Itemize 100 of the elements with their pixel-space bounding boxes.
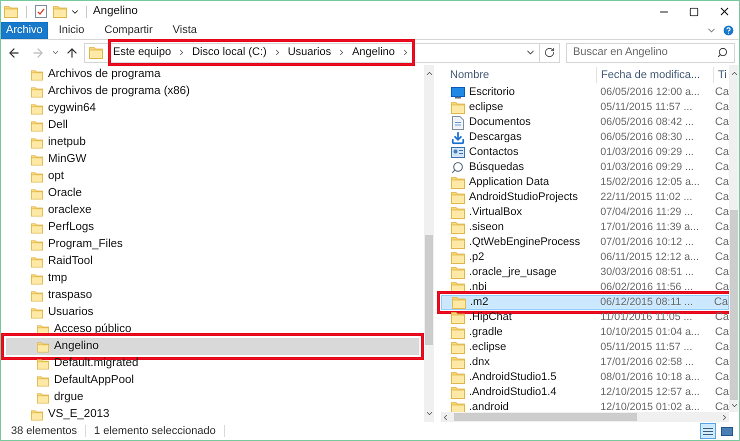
recent-locations-icon[interactable] [51, 48, 60, 57]
tree-item[interactable]: Archivos de programa (x86) [6, 83, 419, 100]
tree-item[interactable]: PerfLogs [6, 219, 419, 236]
file-row[interactable]: Contactos 01/03/2016 09:29 ... Ca [441, 145, 729, 160]
date-cell-text: 01/03/2016 09:29 ... [599, 144, 695, 160]
ribbon-tab[interactable]: Compartir [95, 22, 162, 39]
folder-icon [31, 204, 43, 216]
folder-icon [450, 101, 464, 114]
file-row[interactable]: .siseon 17/01/2016 11:39 a... Ca [441, 220, 729, 235]
tree-item[interactable]: traspaso [6, 287, 419, 304]
file-row[interactable]: .VirtualBox 07/04/2016 11:29 ... Ca [441, 205, 729, 220]
folder-icon [31, 102, 43, 114]
breadcrumb-item[interactable]: Usuarios [288, 44, 332, 61]
tree-item[interactable]: MinGW [6, 151, 419, 168]
folder-icon [37, 392, 49, 404]
file-row[interactable]: AndroidStudioProjects 22/11/2015 11:02 ... Ca [441, 190, 729, 205]
file-name: .HipChat [469, 310, 512, 326]
file-row[interactable]: .AndroidStudio1.4 12/10/2015 12:57 a... Ca [441, 385, 729, 400]
tree-item[interactable]: Dell [6, 117, 419, 134]
file-row[interactable]: Escritorio 06/05/2016 12:00 a... Ca [441, 85, 729, 100]
file-row[interactable]: Descargas 06/05/2016 08:30 ... Ca [441, 130, 729, 145]
type-cell-text: Ca [714, 340, 729, 356]
breadcrumb-item[interactable]: Disco local (C:) [192, 44, 267, 61]
search-input[interactable]: Buscar en Angelino [573, 44, 717, 61]
file-row[interactable]: .oracle_jre_usage 30/03/2016 08:51 ... Ca [441, 265, 729, 280]
horizontal-scrollbar[interactable] [441, 412, 729, 422]
tree-item[interactable]: Default.migrated [6, 355, 419, 372]
folder-icon [31, 170, 43, 182]
file-row[interactable]: .HipChat 11/01/2016 11:05 ... Ca [441, 310, 729, 325]
scrollbar[interactable] [729, 65, 739, 412]
window-title: Angelino [93, 4, 138, 19]
checklist-icon[interactable] [35, 5, 47, 18]
tree-item[interactable]: VS_E_2013 [6, 406, 419, 423]
tree-item[interactable]: Angelino [6, 338, 419, 355]
document-icon [452, 116, 464, 130]
scroll-up-icon[interactable] [424, 69, 434, 78]
help-icon[interactable] [722, 24, 735, 37]
folder-icon [37, 374, 49, 386]
column-header[interactable]: Nombre [441, 66, 596, 84]
scroll-up-icon[interactable] [730, 69, 738, 78]
tree-item[interactable]: drgue [6, 389, 419, 406]
tree-item[interactable]: Acceso público [6, 321, 419, 338]
ribbon-tab[interactable]: Inicio [50, 22, 94, 39]
file-row[interactable]: eclipse 05/11/2015 11:57 ... Ca [441, 100, 729, 115]
file-row[interactable]: .eclipse 05/11/2015 11:57 ... Ca [441, 340, 729, 355]
contact-card-icon [450, 147, 464, 158]
ribbon-tab[interactable]: Vista [164, 22, 206, 39]
file-name: eclipse [469, 100, 504, 116]
folder-icon [450, 266, 464, 279]
breadcrumb-item[interactable]: Este equipo [113, 44, 172, 61]
tree-item[interactable]: opt [6, 168, 419, 185]
date-cell-text: 05/11/2015 11:57 ... [599, 340, 694, 355]
file-row[interactable]: .p2 06/11/2015 12:12 a... Ca [441, 250, 729, 265]
date-cell-text: 06/05/2016 12:00 a... [599, 84, 701, 100]
date-cell-text: 07/01/2016 10:12 ... [599, 234, 695, 250]
folder-icon [452, 296, 466, 309]
folder-icon [89, 46, 103, 59]
up-button[interactable] [65, 46, 79, 60]
tree-item[interactable]: Oracle [6, 185, 419, 202]
tree-item[interactable]: RaidTool [6, 253, 419, 270]
details-view-button[interactable] [700, 423, 716, 439]
scrollbar-thumb[interactable] [454, 413, 637, 421]
ribbon-tab[interactable]: Archivo [1, 22, 48, 39]
scroll-right-icon[interactable] [720, 412, 729, 422]
selection-status: 1 elemento seleccionado [94, 424, 216, 439]
tree-item[interactable]: Archivos de programa [6, 66, 419, 83]
tree-item[interactable]: Program_Files [6, 236, 419, 253]
column-header[interactable]: Fecha de modifica... [596, 66, 713, 84]
tree-item[interactable]: inetpub [6, 134, 419, 151]
tree-item[interactable]: DefaultAppPool [6, 372, 419, 389]
file-row[interactable]: .AndroidStudio1.5 08/01/2016 10:18 a... Ca [441, 370, 729, 385]
scrollbar-thumb[interactable] [425, 235, 433, 345]
file-row[interactable]: Documentos 06/05/2016 08:42 ... Ca [441, 115, 729, 130]
scroll-down-icon[interactable] [730, 401, 738, 410]
breadcrumb-item[interactable]: Angelino [352, 44, 395, 61]
scrollbar-thumb[interactable] [730, 210, 738, 400]
scroll-down-icon[interactable] [424, 409, 434, 418]
folder-icon [450, 236, 464, 249]
folder-icon [31, 86, 43, 98]
file-name: .VirtualBox [469, 205, 522, 220]
date-cell-text: 22/11/2015 11:02 ... [599, 190, 694, 205]
tree-item[interactable]: cygwin64 [6, 100, 419, 117]
type-cell-text: Ca [714, 325, 729, 340]
file-name: AndroidStudioProjects [469, 190, 578, 206]
file-row[interactable]: .gradle 10/10/2015 01:04 a... Ca [441, 325, 729, 340]
file-row[interactable]: .QtWebEngineProcess 07/01/2016 10:12 ... Ca [441, 235, 729, 250]
folder-icon [450, 206, 464, 219]
file-row[interactable]: Búsquedas 01/03/2016 09:29 ... Ca [441, 160, 729, 175]
scroll-left-icon[interactable] [441, 412, 450, 422]
tree-item[interactable]: tmp [6, 270, 419, 287]
tree-item[interactable]: Usuarios [6, 304, 419, 321]
refresh-icon[interactable] [544, 47, 555, 58]
search-field[interactable]: Buscar en Angelino [566, 42, 735, 62]
scrollbar[interactable] [424, 65, 434, 422]
file-row[interactable]: .dnx 17/01/2016 02:58 ... Ca [441, 355, 729, 370]
file-name: .nbi [469, 280, 487, 296]
tree-item[interactable]: oraclexe [6, 202, 419, 219]
file-row[interactable]: Application Data 15/02/2016 12:05 a... Ca [441, 175, 729, 190]
folder-icon [37, 324, 49, 336]
back-button[interactable] [7, 46, 21, 60]
